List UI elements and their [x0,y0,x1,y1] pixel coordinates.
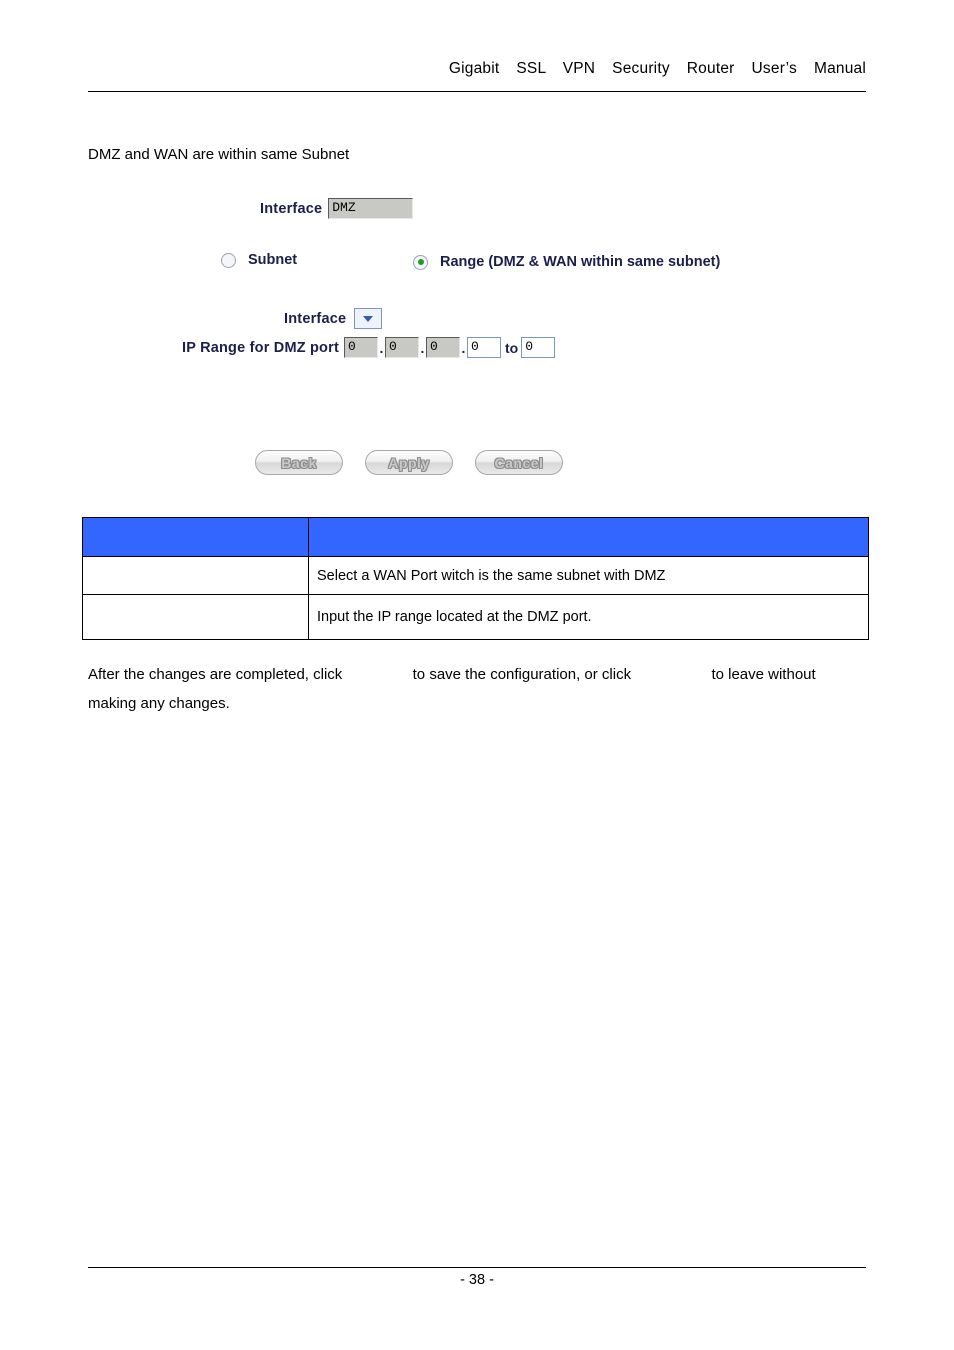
ip-octet-3: 0 [426,337,460,358]
ip-octet-1: 0 [344,337,378,358]
section-intro-text: DMZ and WAN are within same Subnet [88,146,350,163]
router-ui-screenshot: Interface DMZ Subnet Range (DMZ & WAN wi… [88,190,878,490]
radio-subnet-label: Subnet [248,252,298,268]
cancel-button-label: Cancel [494,454,544,471]
paragraph-part-4: making any changes. [88,695,230,712]
field-description-table: Select a WAN Port witch is the same subn… [82,517,869,640]
chevron-down-icon [363,315,374,322]
trailing-paragraph: After the changes are completed, click t… [88,660,878,718]
radio-range-label: Range (DMZ & WAN within same subnet) [440,254,721,270]
ip-range-row: IP Range for DMZ port 0 . 0 . 0 . 0 to 0 [182,337,556,358]
page-number: - 38 - [460,1272,494,1288]
table-cell-name [82,556,309,595]
apply-button-label: Apply [388,454,430,471]
ip-octet-2: 0 [385,337,419,358]
manual-title: Gigabit SSL VPN Security Router User’s M… [448,60,866,77]
back-button[interactable]: Back [255,450,343,475]
ip-range-to-label: to [505,339,519,356]
radio-option-range[interactable]: Range (DMZ & WAN within same subnet) [413,254,720,270]
radio-option-subnet[interactable]: Subnet [221,252,297,268]
table-cell-description: Select a WAN Port witch is the same subn… [308,556,869,595]
paragraph-part-2: to save the configuration, or click [412,666,632,683]
back-button-label: Back [281,454,317,471]
table-cell-name [82,594,309,640]
paragraph-part-3: to leave without [711,666,816,683]
apply-button[interactable]: Apply [365,450,453,475]
radio-subnet-icon[interactable] [221,252,236,268]
ip-octet-4-start[interactable]: 0 [467,337,501,358]
ip-separator-3: . [461,339,466,356]
interface-select-label: Interface [284,310,347,327]
table-row: Select a WAN Port witch is the same subn… [82,556,869,595]
radio-range-icon[interactable] [413,254,428,270]
interface-label: Interface [260,200,323,217]
ip-range-label: IP Range for DMZ port [182,339,339,356]
mode-radio-row: Subnet Range (DMZ & WAN within same subn… [88,252,878,278]
footer-rule [88,1267,866,1268]
table-header-name [82,517,309,557]
interface-select-row: Interface [284,308,383,329]
interface-select-dropdown[interactable] [354,308,383,329]
table-header-description [308,517,869,557]
table-cell-description: Input the IP range located at the DMZ po… [308,594,869,640]
paragraph-part-1: After the changes are completed, click [88,666,343,683]
form-button-row: Back Apply Cancel [255,450,563,475]
interface-readonly-row: Interface DMZ [260,198,414,219]
table-header-row [82,517,869,557]
ip-octet-4-end[interactable]: 0 [521,337,556,358]
running-header: Gigabit SSL VPN Security Router User’s M… [88,60,866,78]
ip-separator-1: . [379,339,384,356]
table-row: Input the IP range located at the DMZ po… [82,594,869,640]
header-rule [88,91,866,92]
ip-separator-2: . [420,339,425,356]
cancel-button[interactable]: Cancel [475,450,563,475]
interface-value-field: DMZ [328,198,414,219]
